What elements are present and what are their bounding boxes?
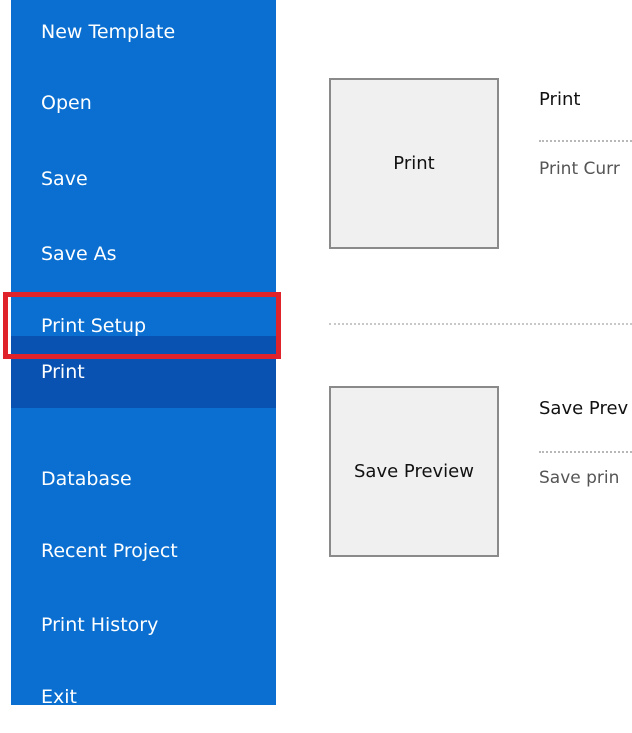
backstage-sidebar: New Template Open Save Save As Print Set… (11, 0, 276, 708)
menu-item-open[interactable]: Open (11, 67, 276, 139)
menu-item-save[interactable]: Save (11, 143, 276, 215)
print-action-title: Print (539, 89, 581, 110)
menu-item-print[interactable]: Print (11, 336, 276, 408)
menu-item-exit[interactable]: Exit (11, 661, 276, 733)
menu-item-save-as[interactable]: Save As (11, 218, 276, 290)
menu-item-database[interactable]: Database (11, 443, 276, 515)
menu-item-print-history[interactable]: Print History (11, 589, 276, 661)
menu-item-new-template[interactable]: New Template (11, 0, 276, 68)
menu-item-recent-project[interactable]: Recent Project (11, 515, 276, 587)
section-divider (329, 323, 632, 325)
print-button[interactable]: Print (329, 78, 499, 249)
save-preview-action-divider (539, 451, 632, 453)
print-action-description: Print Curr (539, 159, 620, 179)
print-action-divider (539, 140, 632, 142)
save-preview-button[interactable]: Save Preview (329, 386, 499, 557)
save-preview-action-title: Save Prev (539, 398, 629, 419)
save-preview-action-description: Save prin (539, 468, 620, 488)
